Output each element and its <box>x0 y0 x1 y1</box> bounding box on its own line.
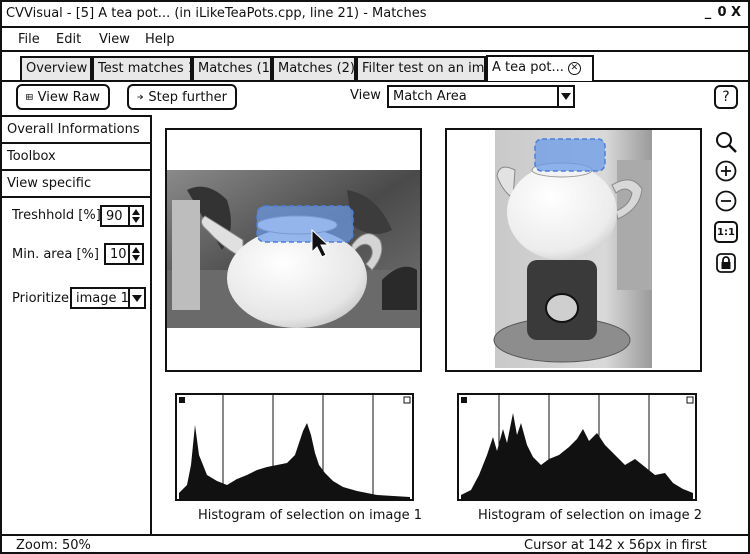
zoom-out-icon[interactable] <box>714 189 738 213</box>
tab-test-matches-1[interactable]: Test matches 1 <box>92 56 192 80</box>
tab-filter-test[interactable]: Filter test on an im... <box>356 56 486 80</box>
minimize-button[interactable]: _ <box>702 5 714 20</box>
tab-label: Matches (2) <box>278 61 355 76</box>
step-further-button[interactable]: Step further <box>127 84 237 110</box>
histogram2-frame <box>457 393 697 501</box>
close-button[interactable]: X <box>730 5 742 20</box>
spinner-arrows-icon[interactable] <box>128 207 142 225</box>
tab-label: A tea pot... <box>492 60 564 75</box>
min-area-label: Min. area [%] <box>12 247 99 262</box>
tab-label: Filter test on an im... <box>362 61 486 76</box>
tab-a-tea-pot[interactable]: A tea pot... ✕ <box>486 55 594 81</box>
resize-handle-icon[interactable] <box>403 396 411 404</box>
resize-handle-icon[interactable] <box>686 396 694 404</box>
histogram-chart-1 <box>179 395 411 499</box>
tab-label: Overview <box>26 61 88 76</box>
view-select-value: Match Area <box>393 89 467 104</box>
step-further-label: Step further <box>148 89 227 105</box>
min-area-spinner[interactable]: 10 <box>104 243 144 265</box>
spinner-arrows-icon[interactable] <box>128 245 142 263</box>
view-label: View <box>350 88 381 103</box>
view-specific-label: View specific <box>7 176 92 191</box>
window-controls: _ 0 X <box>702 5 742 20</box>
toolbox-header[interactable]: Toolbox <box>2 144 150 171</box>
teapot-image-1[interactable] <box>167 130 420 370</box>
view-specific-header[interactable]: View specific <box>2 171 150 198</box>
zoom-reset-icon[interactable]: 1:1 <box>714 221 738 243</box>
menu-file[interactable]: File <box>18 32 40 47</box>
resize-handle-icon[interactable] <box>179 397 185 403</box>
overall-label: Overall Informations <box>7 122 140 137</box>
prioritize-select[interactable]: image 1 <box>70 287 146 309</box>
toolbox-label: Toolbox <box>7 149 56 164</box>
lock-icon[interactable] <box>714 251 738 275</box>
menu-edit[interactable]: Edit <box>56 32 81 47</box>
prioritize-value: image 1 <box>76 291 129 306</box>
close-tab-icon[interactable]: ✕ <box>567 62 581 75</box>
threshold-label: Treshhold [%] <box>12 208 101 223</box>
zoom-reset-label: 1:1 <box>717 226 735 238</box>
overall-informations-header[interactable]: Overall Informations <box>2 117 150 144</box>
menu-view[interactable]: View <box>99 32 130 47</box>
app-window: CVVisual - [5] A tea pot... (in iLikeTea… <box>0 0 750 554</box>
tab-label: Matches (1) <box>198 61 272 76</box>
threshold-spinner[interactable]: 90 <box>100 205 144 227</box>
tab-overview[interactable]: Overview <box>20 56 92 80</box>
histogram1-frame <box>175 393 414 501</box>
chevron-down-icon <box>557 87 573 106</box>
menu-help[interactable]: Help <box>145 32 175 47</box>
histogram-chart-2 <box>461 395 694 499</box>
prioritize-label: Prioritize <box>12 291 70 306</box>
view-select[interactable]: Match Area <box>387 85 575 108</box>
tab-label: Test matches 1 <box>98 61 192 76</box>
tab-matches-2[interactable]: Matches (2) <box>272 56 356 80</box>
threshold-value: 90 <box>106 209 123 224</box>
match-area-highlight[interactable] <box>534 138 606 172</box>
histogram1-caption: Histogram of selection on image 1 <box>198 508 423 523</box>
arrow-right-icon <box>137 94 144 100</box>
zoom-in-icon[interactable] <box>714 159 738 183</box>
status-bar: Zoom: 50% Cursor at 142 x 56px in first … <box>2 534 748 553</box>
match-area-highlight[interactable] <box>256 205 354 243</box>
zoom-status: Zoom: 50% <box>16 538 91 553</box>
cursor-status: Cursor at 142 x 56px in first image <box>524 538 707 553</box>
image2-frame[interactable] <box>445 128 702 372</box>
maximize-button[interactable]: 0 <box>716 5 728 20</box>
view-raw-label: View Raw <box>37 89 100 105</box>
menu-bar: File Edit View Help <box>2 28 748 52</box>
resize-handle-icon[interactable] <box>461 397 467 403</box>
window-title: CVVisual - [5] A tea pot... (in iLikeTea… <box>6 6 427 21</box>
histogram2-caption: Histogram of selection on image 2 <box>478 508 703 523</box>
image1-frame[interactable] <box>165 128 422 372</box>
table-icon <box>26 94 33 100</box>
min-area-value: 10 <box>110 247 127 262</box>
tab-matches-1[interactable]: Matches (1) <box>192 56 272 80</box>
tab-strip: Overview Test matches 1 Matches (1) Matc… <box>20 54 720 82</box>
chevron-down-icon <box>128 289 144 307</box>
magnifier-icon[interactable] <box>714 130 738 154</box>
help-label: ? <box>722 89 730 105</box>
title-bar: CVVisual - [5] A tea pot... (in iLikeTea… <box>2 2 748 28</box>
view-raw-button[interactable]: View Raw <box>16 84 110 110</box>
teapot-image-2[interactable] <box>447 130 700 370</box>
help-button[interactable]: ? <box>714 85 738 109</box>
left-panel: Overall Informations Toolbox View specif… <box>2 115 152 535</box>
